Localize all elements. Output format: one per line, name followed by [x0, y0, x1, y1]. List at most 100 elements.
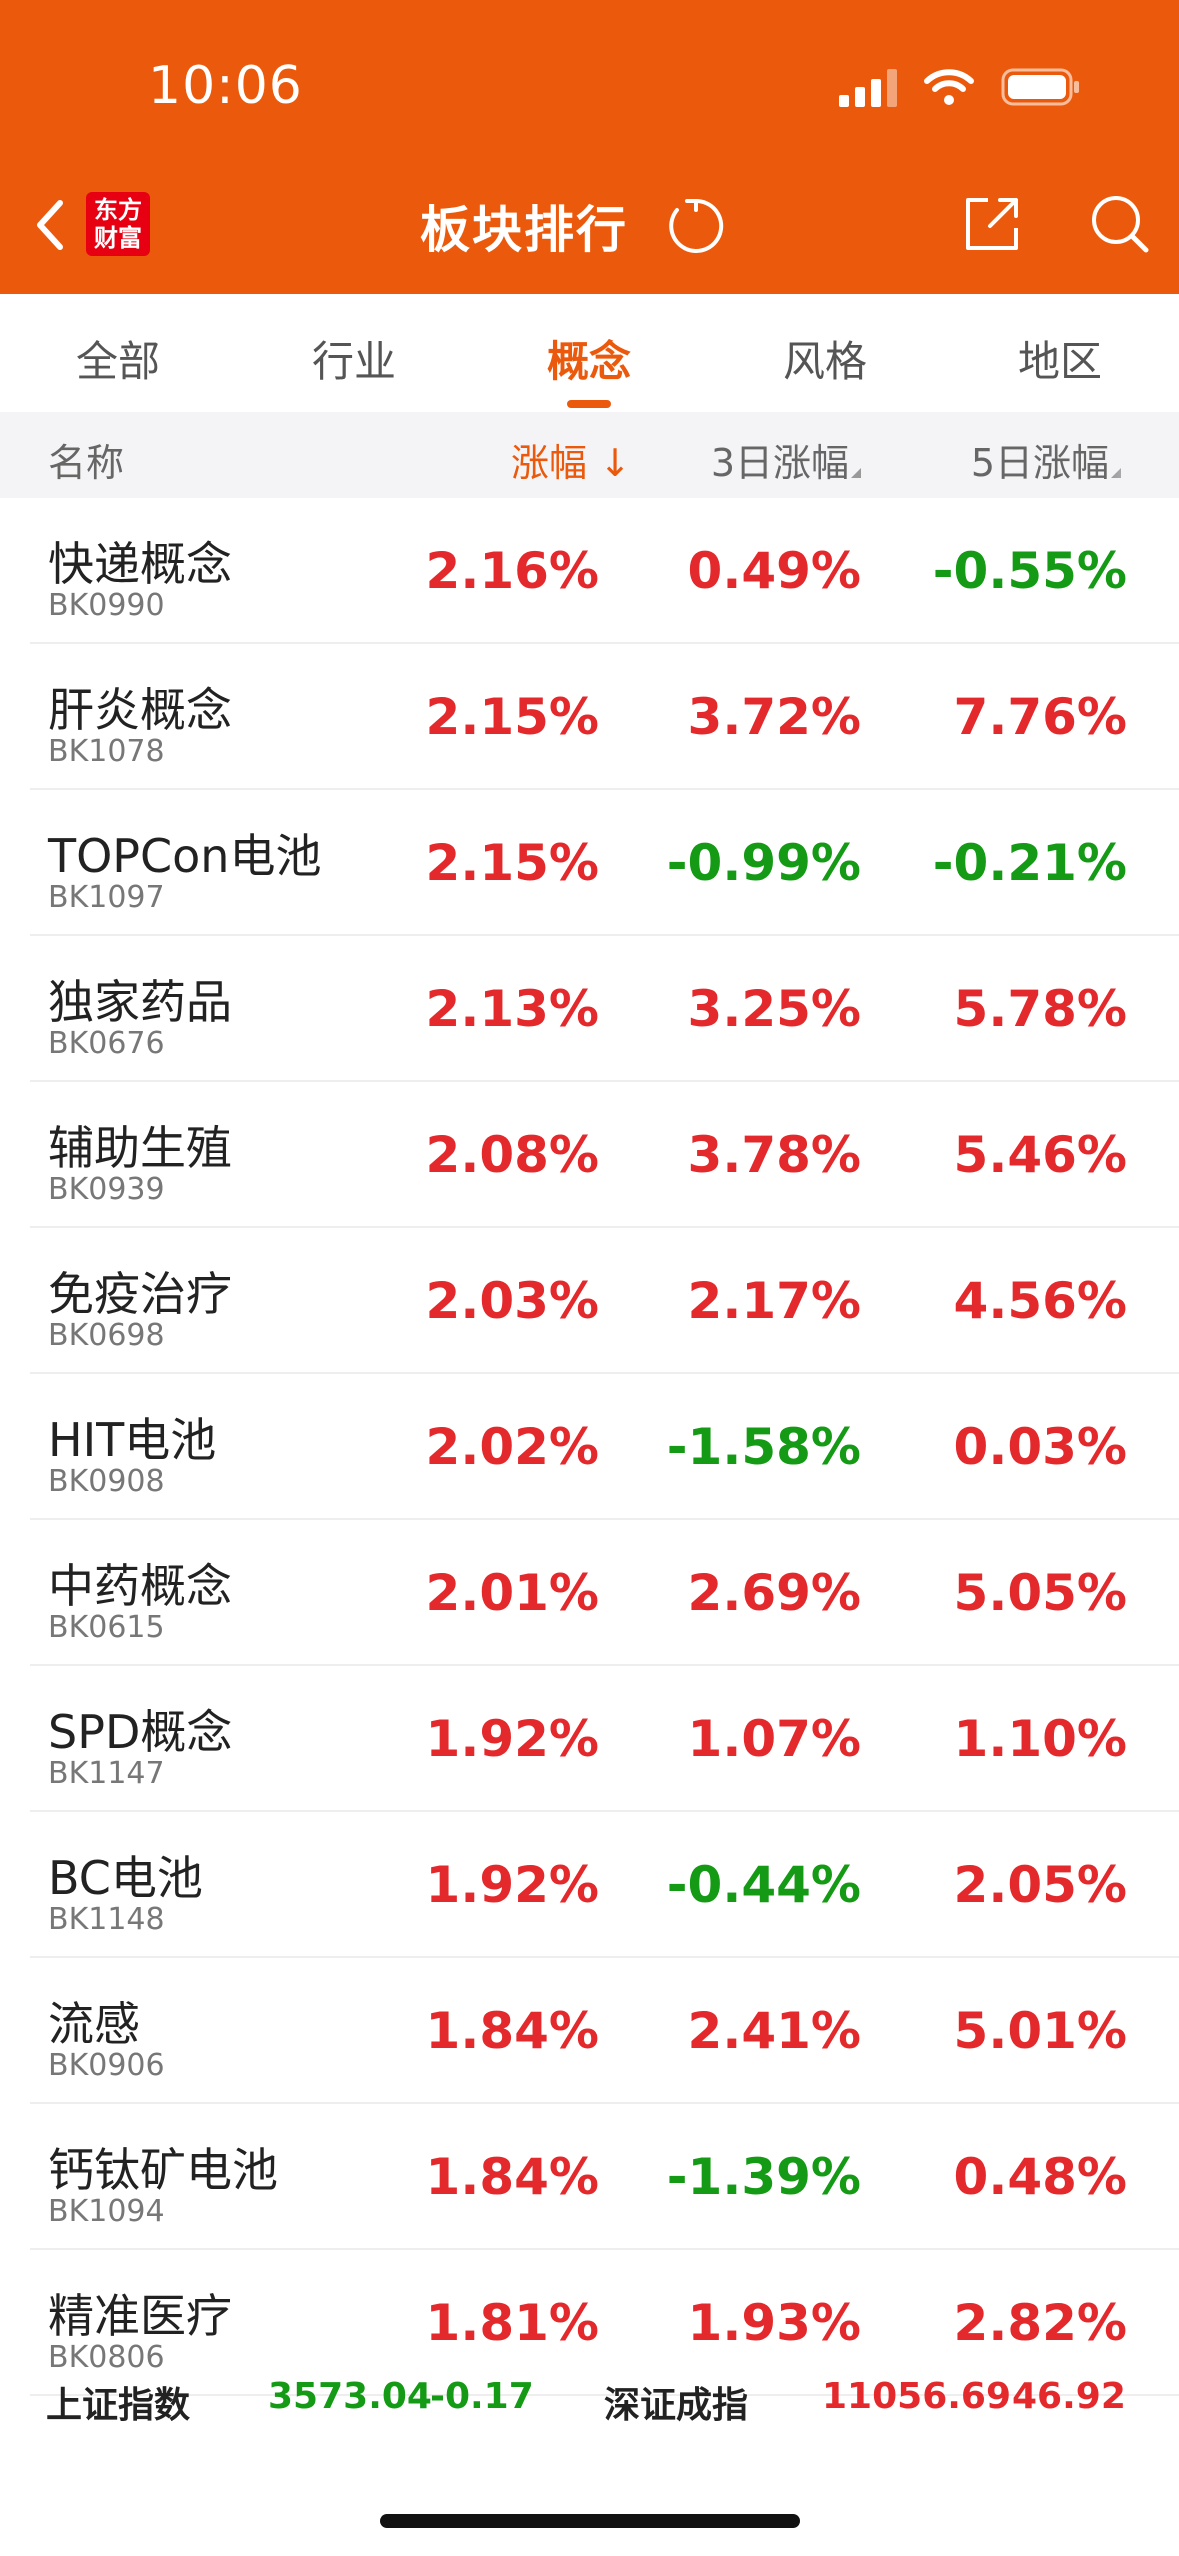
tab-style[interactable]: 风格	[783, 328, 867, 389]
sector-name: 肝炎概念	[48, 683, 232, 737]
search-icon[interactable]	[1088, 192, 1152, 260]
change-value: 2.03%	[425, 1272, 599, 1330]
sector-name: 钙钛矿电池	[48, 2143, 278, 2197]
change-5d-value: -0.21%	[932, 834, 1127, 892]
wifi-icon	[923, 67, 975, 107]
status-time: 10:06	[148, 56, 303, 116]
table-row[interactable]: HIT电池 BK0908 2.02% -1.58% 0.03%	[30, 1374, 1179, 1520]
sector-code: BK0990	[48, 588, 165, 623]
sector-code: BK0939	[48, 1172, 165, 1207]
sector-code: BK1078	[48, 734, 165, 769]
brand-logo[interactable]: 东方 财富	[86, 192, 150, 256]
change-value: 1.84%	[425, 2002, 599, 2060]
home-indicator[interactable]	[380, 2514, 800, 2528]
tab-concept[interactable]: 概念	[547, 328, 631, 389]
logo-text-line1: 东方	[94, 196, 142, 224]
shenzhen-index-value: 11056.69	[822, 2376, 1012, 2417]
change-5d-value: 4.56%	[953, 1272, 1127, 1330]
change-value: 2.13%	[425, 980, 599, 1038]
sector-name: 快递概念	[48, 537, 232, 591]
refresh-icon[interactable]	[665, 195, 727, 261]
change-3d-value: -0.99%	[666, 834, 861, 892]
sector-name: 独家药品	[48, 975, 232, 1029]
change-5d-value: 5.05%	[953, 1564, 1127, 1622]
change-3d-value: -1.58%	[666, 1418, 861, 1476]
column-change-5d[interactable]: 5日涨幅	[971, 432, 1121, 487]
change-5d-value: 5.46%	[953, 1126, 1127, 1184]
change-value: 2.15%	[425, 834, 599, 892]
sector-name: BC电池	[48, 1851, 203, 1905]
change-value: 1.92%	[425, 1856, 599, 1914]
shanghai-index-label: 上证指数	[46, 2385, 191, 2426]
share-icon[interactable]	[960, 192, 1024, 260]
sector-code: BK0615	[48, 1610, 165, 1645]
table-row[interactable]: 独家药品 BK0676 2.13% 3.25% 5.78%	[30, 936, 1179, 1082]
page-title: 板块排行	[420, 201, 628, 259]
change-3d-value: 2.17%	[687, 1272, 861, 1330]
table-row[interactable]: 中药概念 BK0615 2.01% 2.69% 5.05%	[30, 1520, 1179, 1666]
change-3d-value: 2.41%	[687, 2002, 861, 2060]
sector-code: BK1097	[48, 880, 165, 915]
tab-industry[interactable]: 行业	[312, 328, 396, 389]
sort-triangle-icon	[851, 468, 861, 478]
change-value: 1.92%	[425, 1710, 599, 1768]
column-change-5d-label: 5日涨幅	[970, 441, 1109, 485]
change-3d-value: 0.49%	[687, 542, 861, 600]
column-change-3d[interactable]: 3日涨幅	[711, 432, 861, 487]
table-row[interactable]: 辅助生殖 BK0939 2.08% 3.78% 5.46%	[30, 1082, 1179, 1228]
change-5d-value: 0.03%	[953, 1418, 1127, 1476]
sector-name: 精准医疗	[48, 2289, 232, 2343]
change-3d-value: 1.93%	[687, 2294, 861, 2352]
active-tab-indicator	[567, 400, 611, 408]
table-row[interactable]: 肝炎概念 BK1078 2.15% 3.72% 7.76%	[30, 644, 1179, 790]
column-header: 名称 涨幅 ↓ 3日涨幅 5日涨幅	[0, 412, 1179, 498]
shenzhen-index-label: 深证成指	[604, 2385, 749, 2426]
signal-icon	[839, 67, 897, 107]
column-change-label: 涨幅	[511, 441, 588, 485]
scroll-fade	[1109, 412, 1179, 498]
category-tabs: 全部 行业 概念 风格 地区	[0, 294, 1179, 412]
change-3d-value: 3.25%	[687, 980, 861, 1038]
change-value: 2.16%	[425, 542, 599, 600]
change-5d-value: 5.01%	[953, 2002, 1127, 2060]
sector-code: BK1147	[48, 1756, 165, 1791]
market-index-bar[interactable]: 上证指数 3573.04 -0.17 深证成指 11056.69 46.92	[0, 2368, 1179, 2438]
table-row[interactable]: 钙钛矿电池 BK1094 1.84% -1.39% 0.48%	[30, 2104, 1179, 2250]
change-5d-value: 2.82%	[953, 2294, 1127, 2352]
sector-code: BK1094	[48, 2194, 165, 2229]
change-value: 2.01%	[425, 1564, 599, 1622]
change-5d-value: 0.48%	[953, 2148, 1127, 2206]
tab-all[interactable]: 全部	[76, 328, 160, 389]
sort-arrow-icon: ↓	[599, 441, 631, 485]
change-3d-value: -1.39%	[666, 2148, 861, 2206]
sector-name: 中药概念	[48, 1559, 232, 1613]
sector-code: BK0906	[48, 2048, 165, 2083]
sector-name: 流感	[48, 1997, 140, 2051]
sector-code: BK0908	[48, 1464, 165, 1499]
battery-icon	[1001, 67, 1081, 107]
table-row[interactable]: SPD概念 BK1147 1.92% 1.07% 1.10%	[30, 1666, 1179, 1812]
column-change[interactable]: 涨幅 ↓	[511, 432, 631, 487]
shanghai-index-change: -0.17	[430, 2376, 534, 2417]
column-change-3d-label: 3日涨幅	[710, 441, 849, 485]
sector-name: 辅助生殖	[48, 1121, 232, 1175]
table-row[interactable]: TOPCon电池 BK1097 2.15% -0.99% -0.21%	[30, 790, 1179, 936]
shenzhen-index-change: 46.92	[1012, 2376, 1126, 2417]
change-value: 2.02%	[425, 1418, 599, 1476]
change-value: 1.84%	[425, 2148, 599, 2206]
tab-region[interactable]: 地区	[1018, 328, 1102, 389]
back-icon[interactable]	[30, 195, 70, 255]
sector-name: TOPCon电池	[48, 829, 322, 883]
change-5d-value: 2.05%	[953, 1856, 1127, 1914]
change-3d-value: -0.44%	[666, 1856, 861, 1914]
sector-code: BK1148	[48, 1902, 165, 1937]
change-value: 2.15%	[425, 688, 599, 746]
change-5d-value: 5.78%	[953, 980, 1127, 1038]
table-row[interactable]: 快递概念 BK0990 2.16% 0.49% -0.55%	[30, 498, 1179, 644]
table-row[interactable]: 免疫治疗 BK0698 2.03% 2.17% 4.56%	[30, 1228, 1179, 1374]
table-row[interactable]: 流感 BK0906 1.84% 2.41% 5.01%	[30, 1958, 1179, 2104]
sector-code: BK0698	[48, 1318, 165, 1353]
table-row[interactable]: BC电池 BK1148 1.92% -0.44% 2.05%	[30, 1812, 1179, 1958]
change-5d-value: 7.76%	[953, 688, 1127, 746]
sector-name: 免疫治疗	[48, 1267, 232, 1321]
